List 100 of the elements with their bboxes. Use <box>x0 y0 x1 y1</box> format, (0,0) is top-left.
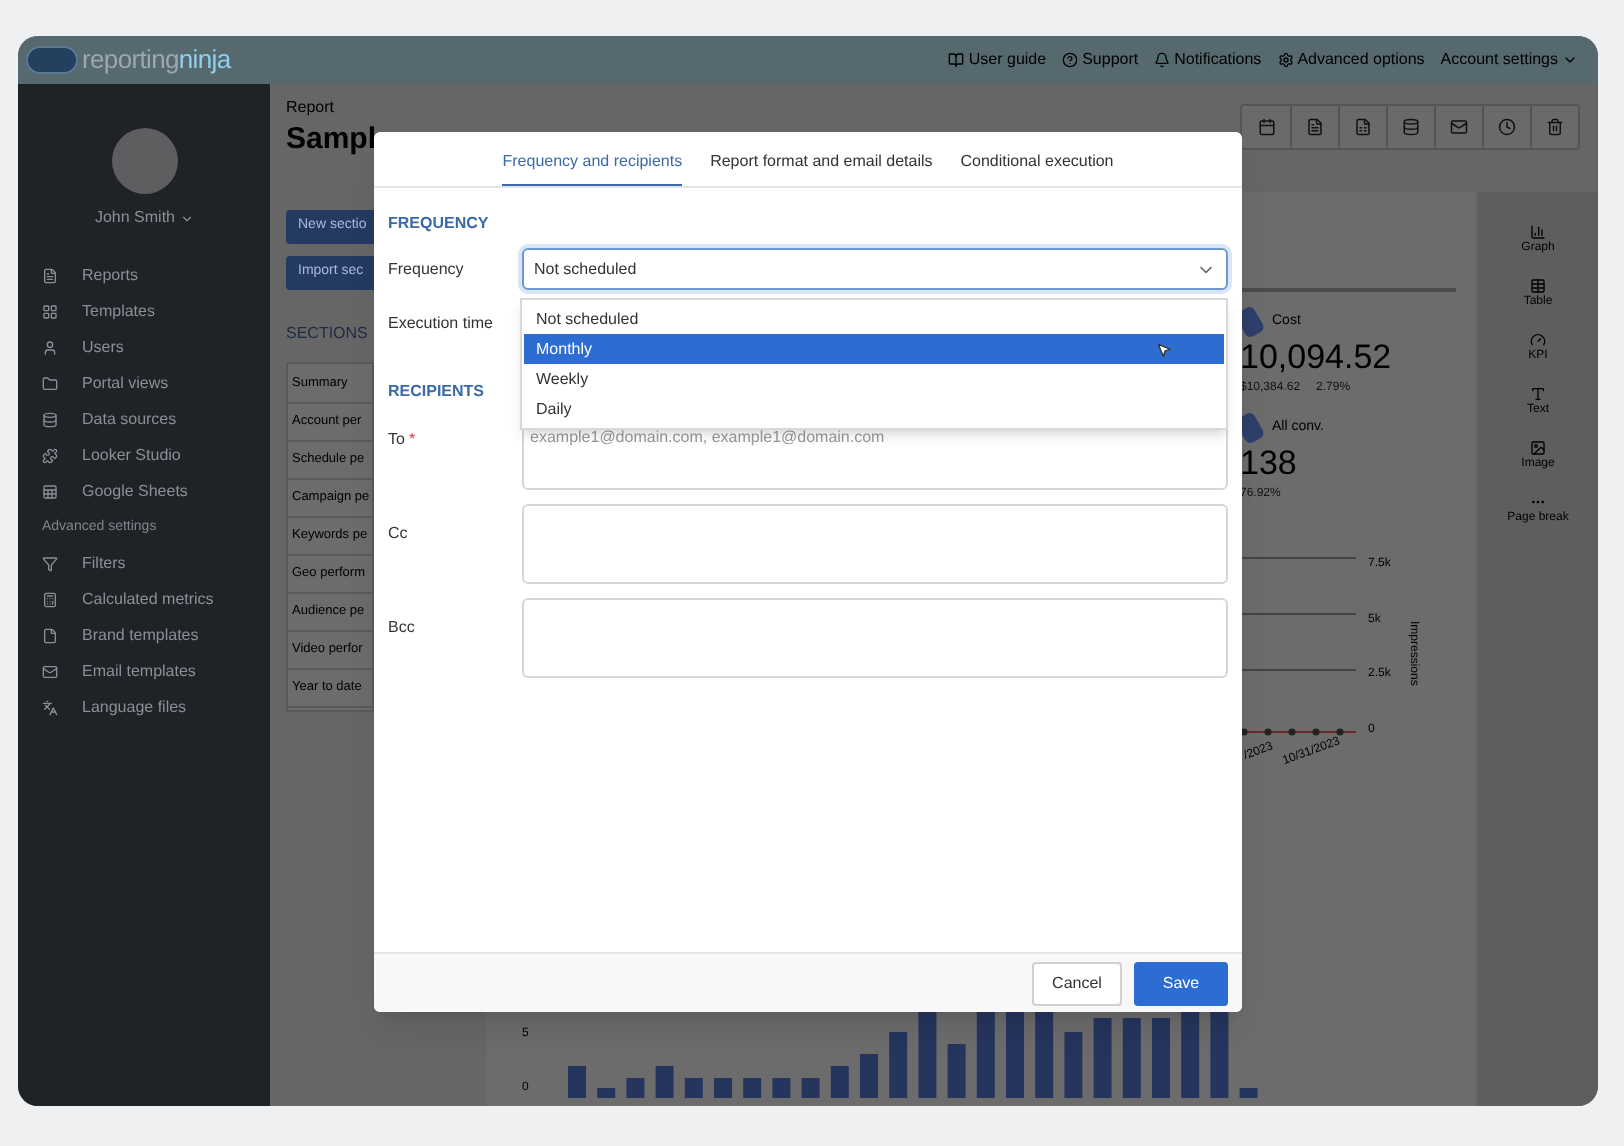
sidebar-item[interactable]: Language files <box>18 690 270 726</box>
dialog-tab[interactable]: Conditional execution <box>960 150 1114 186</box>
logo[interactable]: reportingninja <box>26 40 231 80</box>
chart-bar <box>656 1066 675 1098</box>
spreadsheet-icon <box>1354 118 1372 136</box>
sidebar-item[interactable]: Portal views <box>18 366 270 402</box>
cancel-button[interactable]: Cancel <box>1032 961 1122 1005</box>
user-menu[interactable]: John Smith <box>94 206 194 230</box>
avatar <box>111 128 177 194</box>
field-label: Execution time <box>388 312 493 336</box>
language-icon <box>42 700 58 716</box>
chart-bar <box>1123 1018 1142 1098</box>
user-icon <box>42 340 58 356</box>
caret-icon <box>179 211 194 225</box>
chart-bar <box>1211 1008 1230 1098</box>
chart-bar <box>773 1078 792 1098</box>
recipients-field[interactable] <box>522 504 1228 584</box>
chart-bar <box>919 1008 938 1098</box>
document-icon <box>1306 118 1324 136</box>
book-icon <box>948 52 965 68</box>
sidebar-item[interactable]: Data sources <box>18 402 270 438</box>
settings-icon <box>1277 52 1294 68</box>
section-heading: RECIPIENTS <box>388 380 485 404</box>
folder-icon <box>42 376 58 392</box>
grid-icon <box>42 304 58 320</box>
letter-icon <box>1529 386 1546 402</box>
chart-bar <box>977 1008 996 1098</box>
sheet-icon <box>42 484 58 500</box>
account-menu[interactable]: Account settings <box>1440 48 1578 72</box>
bar-chart-icon <box>1530 224 1546 240</box>
clock-icon <box>1498 118 1516 136</box>
sidebar-item[interactable]: Templates <box>18 294 270 330</box>
chart-bar <box>1065 1032 1084 1098</box>
chart-bar <box>597 1088 616 1098</box>
database-icon <box>42 412 58 428</box>
save-button[interactable]: Save <box>1134 961 1228 1005</box>
chart-bar <box>1181 1008 1200 1098</box>
top-link[interactable]: User guide <box>948 48 1047 72</box>
pointer-icon <box>1156 341 1172 357</box>
chart-bar <box>685 1078 704 1098</box>
help-icon <box>1062 52 1079 68</box>
kpi-value: 10,094.52 <box>1240 336 1394 380</box>
page-title: Sampl <box>286 120 377 160</box>
file-icon <box>42 628 58 644</box>
database-icon <box>1402 118 1420 136</box>
chart-bar <box>860 1054 879 1098</box>
chart-bar <box>714 1078 733 1098</box>
required-mark: * <box>408 428 416 452</box>
sidebar-item[interactable]: Users <box>18 330 270 366</box>
puzzle-icon <box>42 448 58 464</box>
recipients-field[interactable] <box>522 598 1228 678</box>
table-icon <box>1530 278 1546 294</box>
sidebar-item[interactable]: Reports <box>18 258 270 294</box>
dialog-tab[interactable]: Frequency and recipients <box>502 150 683 186</box>
chart-bar <box>1006 1008 1025 1098</box>
dialog-tab[interactable]: Report format and email details <box>710 150 933 186</box>
chart-bar <box>1035 1008 1054 1098</box>
field-label: Cc <box>388 522 408 546</box>
document-icon <box>42 268 58 284</box>
calculator-icon <box>42 592 58 608</box>
mail-icon <box>42 664 58 680</box>
bell-icon <box>1154 52 1171 68</box>
dropdown-option[interactable]: Monthly <box>524 334 1224 364</box>
chart-bar <box>1152 1018 1171 1098</box>
dropdown-option[interactable]: Weekly <box>524 364 1224 394</box>
section-heading: FREQUENCY <box>388 212 489 236</box>
dropdown-option[interactable]: Not scheduled <box>524 304 1224 334</box>
sidebar-item[interactable]: Looker Studio <box>18 438 270 474</box>
top-link[interactable]: Advanced options <box>1277 48 1425 72</box>
sidebar-item[interactable]: Filters <box>18 546 270 582</box>
image-icon <box>1530 440 1546 456</box>
sidebar-item[interactable]: Brand templates <box>18 618 270 654</box>
mail-icon <box>1450 118 1468 136</box>
frequency-select[interactable]: Not scheduled <box>522 248 1228 290</box>
field-label: To <box>388 428 405 452</box>
field-label: Bcc <box>388 616 415 640</box>
trash-icon <box>1546 118 1564 136</box>
chart-bar <box>627 1078 646 1098</box>
chart-bar <box>802 1078 821 1098</box>
chart-bar <box>1240 1088 1259 1098</box>
sidebar-item[interactable]: Google Sheets <box>18 474 270 510</box>
top-link[interactable]: Notifications <box>1154 48 1262 72</box>
kpi-value: 138 <box>1240 442 1299 486</box>
sidebar-item[interactable]: Email templates <box>18 654 270 690</box>
chart-bar <box>568 1066 587 1098</box>
field-label: Frequency <box>388 257 466 281</box>
chart-bar <box>743 1078 762 1098</box>
filter-icon <box>42 556 58 572</box>
sections-heading: SECTIONS <box>286 322 368 346</box>
calendar-icon <box>1257 118 1275 136</box>
breadcrumb: Report <box>286 96 337 120</box>
chart-bar <box>948 1044 967 1098</box>
top-link[interactable]: Support <box>1062 48 1139 72</box>
logo-badge-icon <box>26 46 78 74</box>
gauge-icon <box>1529 332 1546 348</box>
chart-bar <box>831 1066 850 1098</box>
sidebar-item[interactable]: Calculated metrics <box>18 582 270 618</box>
chart-bar <box>1094 1018 1113 1098</box>
chart-bar <box>889 1032 908 1098</box>
caret-icon <box>1562 52 1578 68</box>
